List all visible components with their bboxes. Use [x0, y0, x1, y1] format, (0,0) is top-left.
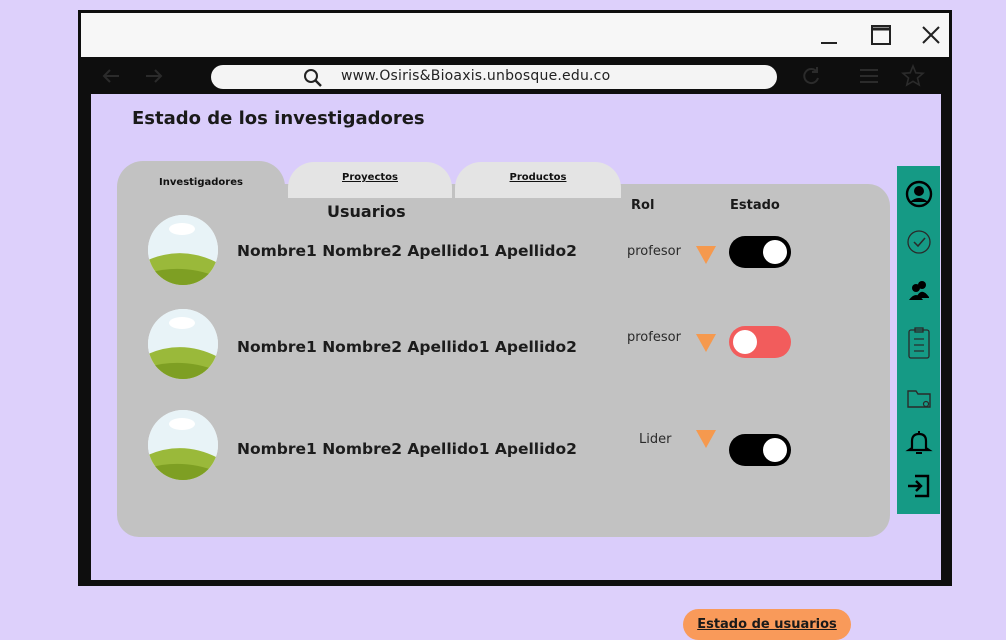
tab-productos[interactable]: Productos: [455, 162, 621, 198]
sidebar: [897, 166, 940, 514]
address-bar: www.Osiris&Bioaxis.unbosque.edu.co: [81, 57, 949, 93]
page-title: Estado de los investigadores: [132, 108, 425, 129]
table-row: Nombre1 Nombre2 Apellido1 Apellido2 Lide…: [117, 406, 890, 486]
avatar: [148, 309, 218, 379]
url-text: www.Osiris&Bioaxis.unbosque.edu.co: [341, 68, 611, 84]
search-icon: [302, 67, 324, 89]
role-value: profesor: [627, 244, 681, 259]
status-toggle[interactable]: [729, 236, 791, 268]
toggle-knob: [763, 438, 787, 462]
role-value: profesor: [627, 330, 681, 345]
user-name: Nombre1 Nombre2 Apellido1 Apellido2: [237, 338, 577, 356]
status-toggle[interactable]: [729, 434, 791, 466]
role-column-header: Rol: [631, 198, 655, 213]
tab-label: Investigadores: [159, 177, 243, 188]
check-circle-icon[interactable]: [905, 228, 933, 256]
avatar: [148, 215, 218, 285]
group-icon[interactable]: [905, 276, 933, 304]
role-dropdown-icon[interactable]: [696, 246, 716, 264]
folder-icon[interactable]: [905, 384, 933, 412]
reload-icon[interactable]: [799, 64, 823, 88]
user-name: Nombre1 Nombre2 Apellido1 Apellido2: [237, 440, 577, 458]
user-name: Nombre1 Nombre2 Apellido1 Apellido2: [237, 242, 577, 260]
back-arrow-icon[interactable]: [99, 64, 123, 88]
maximize-icon[interactable]: [868, 22, 894, 48]
table-row: Nombre1 Nombre2 Apellido1 Apellido2 prof…: [117, 212, 890, 292]
clipboard-icon[interactable]: [905, 326, 933, 360]
role-dropdown-icon[interactable]: [696, 334, 716, 352]
role-value: Lider: [639, 432, 672, 447]
user-status-button[interactable]: Estado de usuarios: [683, 609, 851, 640]
table-row: Nombre1 Nombre2 Apellido1 Apellido2 prof…: [117, 304, 890, 384]
toggle-knob: [763, 240, 787, 264]
tab-label: Proyectos: [342, 172, 398, 183]
bell-icon[interactable]: [905, 428, 933, 456]
tab-label: Productos: [509, 172, 567, 183]
tab-proyectos[interactable]: Proyectos: [288, 162, 452, 198]
user-icon[interactable]: [905, 180, 933, 208]
minimize-icon[interactable]: [816, 22, 842, 48]
status-column-header: Estado: [730, 198, 780, 213]
tab-investigadores[interactable]: Investigadores: [117, 161, 285, 205]
toggle-knob: [733, 330, 757, 354]
menu-icon[interactable]: [857, 64, 881, 88]
star-icon[interactable]: [900, 63, 926, 88]
role-dropdown-icon[interactable]: [696, 430, 716, 448]
title-bar: [81, 13, 949, 57]
users-panel: Usuarios Rol Estado Nombre1 Nombre2 Apel…: [117, 184, 890, 640]
avatar: [148, 410, 218, 480]
close-icon[interactable]: [918, 22, 944, 48]
logout-icon[interactable]: [905, 472, 933, 500]
browser-window: www.Osiris&Bioaxis.unbosque.edu.co Estad…: [78, 10, 952, 640]
status-toggle[interactable]: [729, 326, 791, 358]
url-field[interactable]: www.Osiris&Bioaxis.unbosque.edu.co: [211, 65, 777, 89]
page-content: Estado de los investigadores Usuarios Ro…: [91, 94, 941, 640]
forward-arrow-icon[interactable]: [142, 64, 166, 88]
